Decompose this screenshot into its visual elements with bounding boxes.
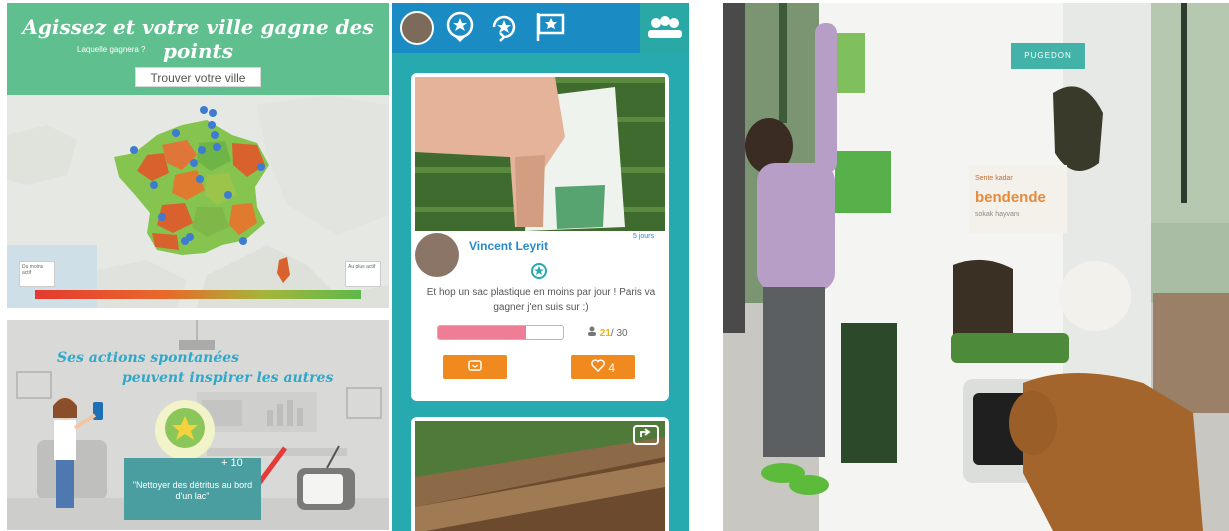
- heart-icon: [591, 359, 605, 373]
- points-badge: + 10: [221, 457, 243, 469]
- machine-speech-bubble: [1059, 261, 1131, 331]
- street-scene: [723, 3, 1229, 531]
- participation-progress: [437, 325, 564, 340]
- thumb-down-photo: [415, 77, 665, 231]
- participant-total: / 30: [610, 328, 628, 339]
- comment-icon: [468, 359, 482, 371]
- map-subtitle: Laquelle gagnera ?: [77, 45, 146, 54]
- star-badge-icon[interactable]: [444, 11, 476, 43]
- feed-post-next[interactable]: [411, 417, 669, 531]
- author-avatar[interactable]: [415, 233, 459, 277]
- user-icon: [588, 326, 596, 336]
- inspire-headline-line-1: Ses actions spontanées: [57, 350, 240, 366]
- task-text: "Nettoyer des détritus au bord d'un lac": [132, 480, 253, 501]
- find-city-button[interactable]: Trouver votre ville: [135, 67, 261, 87]
- share-icon[interactable]: [633, 425, 659, 445]
- sign-line-2: bendende: [975, 189, 1046, 206]
- feed-post[interactable]: Vincent Leyrit 5 jours Et hop un sac pla…: [411, 73, 669, 401]
- refresh-star-icon[interactable]: [488, 11, 520, 43]
- sign-line-1: Sente kadar: [975, 175, 1013, 182]
- comment-button[interactable]: [443, 355, 507, 379]
- city-ranking-map-panel: Agissez et votre ville gagne des points …: [7, 3, 389, 308]
- france-map[interactable]: [7, 95, 389, 308]
- inspire-headline-line-2: peuvent inspirer les autres: [122, 370, 334, 386]
- roof-photo: [415, 421, 665, 531]
- post-photo[interactable]: [415, 77, 665, 231]
- app-top-bar: [392, 3, 689, 53]
- participant-count: 21/ 30: [587, 326, 628, 339]
- map-graphic: [7, 95, 389, 308]
- like-count: 4: [608, 361, 616, 375]
- team-button[interactable]: [640, 3, 689, 53]
- machine-sign: Sente kadar bendende sokak hayvanı: [969, 165, 1067, 233]
- team-icon: [648, 16, 682, 38]
- flag-star-icon[interactable]: [534, 11, 566, 43]
- sign-line-3: sokak hayvanı: [975, 211, 1020, 218]
- scale-label-left: Du moins actif: [19, 261, 55, 287]
- like-button[interactable]: 4: [571, 355, 635, 379]
- post-message: Et hop un sac plastique en moins par jou…: [426, 287, 656, 313]
- inspire-illustration-panel: Ses actions spontanées peuvent inspirer …: [7, 320, 389, 530]
- map-title: Agissez et votre ville gagne des points: [22, 15, 374, 63]
- progress-fill: [438, 326, 526, 339]
- activity-scale-bar: [35, 290, 361, 299]
- scale-label-right: Au plus actif: [345, 261, 381, 287]
- machine-brand-label: PUGEDON: [1011, 43, 1085, 69]
- participant-current: 21: [599, 328, 611, 339]
- refresh-star-small-icon: [531, 263, 547, 279]
- app-feed-screen: Vincent Leyrit 5 jours Et hop un sac pla…: [392, 3, 689, 531]
- recycling-machine-photo: PUGEDON Sente kadar bendende sokak hayva…: [723, 3, 1229, 531]
- post-time: 5 jours: [633, 233, 655, 240]
- post-author[interactable]: Vincent Leyrit: [469, 239, 548, 253]
- profile-avatar[interactable]: [400, 11, 434, 45]
